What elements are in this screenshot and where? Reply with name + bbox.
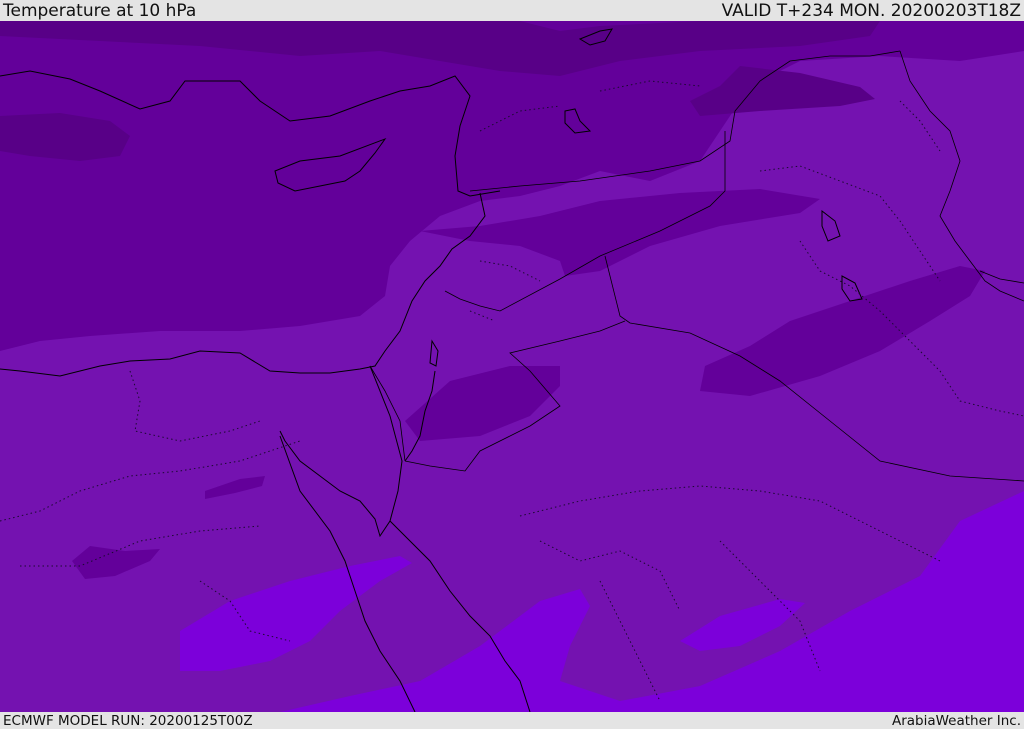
- bottom-bar: ECMWF MODEL RUN: 20200125T00Z ArabiaWeat…: [0, 712, 1024, 729]
- map-title: Temperature at 10 hPa: [3, 0, 197, 21]
- top-bar: Temperature at 10 hPa VALID T+234 MON. 2…: [0, 0, 1024, 21]
- valid-time: VALID T+234 MON. 20200203T18Z: [721, 0, 1021, 21]
- model-run: ECMWF MODEL RUN: 20200125T00Z: [3, 712, 253, 729]
- credit-text: ArabiaWeather Inc.: [891, 712, 1021, 729]
- temperature-map[interactable]: [0, 21, 1024, 712]
